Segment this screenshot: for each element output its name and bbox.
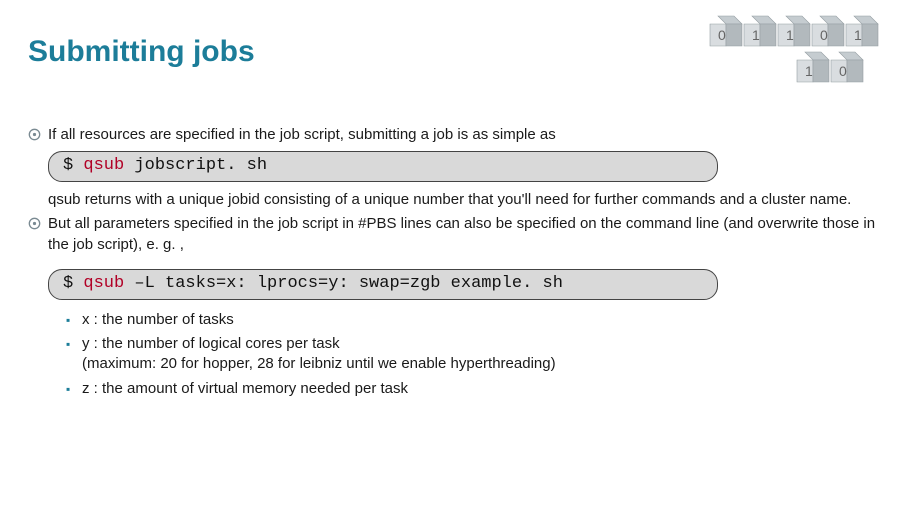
- square-bullet-icon: ▪: [66, 334, 82, 354]
- logo-cubes: 0 1 1 0 1: [702, 10, 882, 90]
- sub-item-y-text: y : the number of logical cores per task…: [82, 334, 877, 375]
- bullet-2: But all parameters specified in the job …: [28, 214, 877, 255]
- sub-item-x-text: x : the number of tasks: [82, 310, 877, 330]
- page-title: Submitting jobs: [28, 35, 255, 69]
- bullet-2-text: But all parameters specified in the job …: [48, 214, 877, 255]
- code1-cmd: qsub: [83, 156, 124, 175]
- code-block-2: $ qsub –L tasks=x: lprocs=y: swap=zgb ex…: [48, 269, 718, 300]
- sub-item-y: ▪ y : the number of logical cores per ta…: [66, 334, 877, 375]
- sub-list: ▪ x : the number of tasks ▪ y : the numb…: [66, 310, 877, 399]
- code-block-1: $ qsub jobscript. sh: [48, 151, 718, 182]
- sub-item-y-line2: (maximum: 20 for hopper, 28 for leibniz …: [82, 355, 556, 372]
- svg-text:1: 1: [786, 27, 794, 43]
- bullet-1-text: If all resources are specified in the jo…: [48, 125, 877, 145]
- bullet-1-continuation: qsub returns with a unique jobid consist…: [48, 190, 877, 210]
- slide: Submitting jobs 0 1 1 0: [0, 0, 907, 510]
- bullet-icon: [28, 128, 48, 141]
- svg-text:1: 1: [805, 63, 813, 79]
- sub-item-x: ▪ x : the number of tasks: [66, 310, 877, 330]
- bullet-1: If all resources are specified in the jo…: [28, 125, 877, 145]
- code2-args: –L tasks=x: lprocs=y: swap=zgb example. …: [124, 274, 563, 293]
- svg-text:0: 0: [839, 63, 847, 79]
- code2-cmd: qsub: [83, 274, 124, 293]
- code1-args: jobscript. sh: [124, 156, 267, 175]
- content-area: If all resources are specified in the jo…: [28, 125, 877, 403]
- sub-item-y-line1: y : the number of logical cores per task: [82, 335, 340, 352]
- sub-item-z-text: z : the amount of virtual memory needed …: [82, 379, 877, 399]
- svg-text:1: 1: [854, 27, 862, 43]
- code2-prompt: $: [63, 274, 83, 293]
- svg-text:0: 0: [820, 27, 828, 43]
- svg-text:1: 1: [752, 27, 760, 43]
- square-bullet-icon: ▪: [66, 379, 82, 399]
- code1-prompt: $: [63, 156, 83, 175]
- svg-text:0: 0: [718, 27, 726, 43]
- sub-item-z: ▪ z : the amount of virtual memory neede…: [66, 379, 877, 399]
- bullet-icon: [28, 217, 48, 230]
- square-bullet-icon: ▪: [66, 310, 82, 330]
